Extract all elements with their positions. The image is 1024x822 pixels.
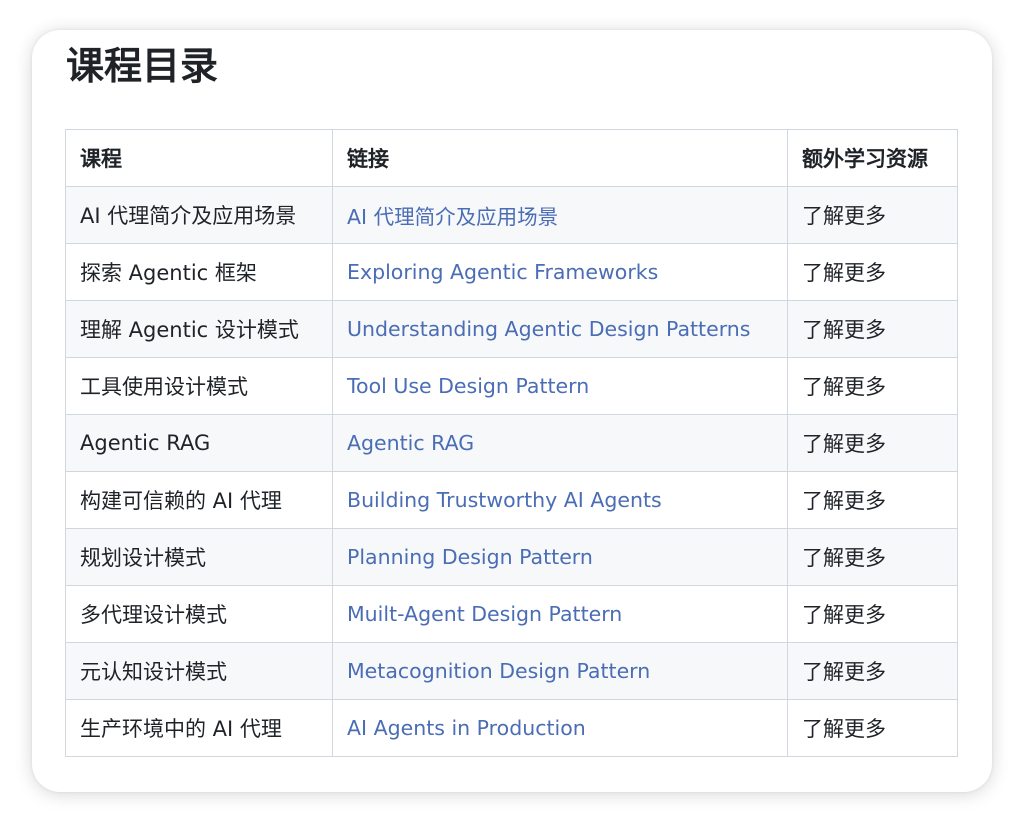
course-name: 工具使用设计模式 <box>65 357 333 415</box>
course-link[interactable]: AI Agents in Production <box>347 716 586 740</box>
header-extra-resources: 额外学习资源 <box>787 129 958 187</box>
learn-more-link[interactable]: 了解更多 <box>802 660 886 684</box>
table-row: AI 代理简介及应用场景 AI 代理简介及应用场景 了解更多 <box>65 186 958 244</box>
course-name: Agentic RAG <box>65 414 333 472</box>
table-header-row: 课程 链接 额外学习资源 <box>65 129 958 187</box>
table-row: 构建可信赖的 AI 代理 Building Trustworthy AI Age… <box>65 471 958 529</box>
learn-more-link[interactable]: 了解更多 <box>802 603 886 627</box>
learn-more-link[interactable]: 了解更多 <box>802 489 886 513</box>
course-link[interactable]: Tool Use Design Pattern <box>347 374 589 398</box>
course-link[interactable]: Planning Design Pattern <box>347 545 593 569</box>
learn-more-link[interactable]: 了解更多 <box>802 717 886 741</box>
table-row: 探索 Agentic 框架 Exploring Agentic Framewor… <box>65 243 958 301</box>
page-title: 课程目录 <box>66 44 219 88</box>
table-row: Agentic RAG Agentic RAG 了解更多 <box>65 414 958 472</box>
course-link[interactable]: Muilt-Agent Design Pattern <box>347 602 622 626</box>
learn-more-link[interactable]: 了解更多 <box>802 318 886 342</box>
table-row: 元认知设计模式 Metacognition Design Pattern 了解更… <box>65 642 958 700</box>
course-link[interactable]: Agentic RAG <box>347 431 474 455</box>
course-table: 课程 链接 额外学习资源 AI 代理简介及应用场景 AI 代理简介及应用场景 了… <box>65 129 958 757</box>
course-name: 生产环境中的 AI 代理 <box>65 699 333 757</box>
learn-more-link[interactable]: 了解更多 <box>802 432 886 456</box>
table-row: 多代理设计模式 Muilt-Agent Design Pattern 了解更多 <box>65 585 958 643</box>
learn-more-link[interactable]: 了解更多 <box>802 261 886 285</box>
course-name: AI 代理简介及应用场景 <box>65 186 333 244</box>
table-row: 规划设计模式 Planning Design Pattern 了解更多 <box>65 528 958 586</box>
learn-more-link[interactable]: 了解更多 <box>802 546 886 570</box>
course-link[interactable]: AI 代理简介及应用场景 <box>347 205 558 229</box>
course-name: 多代理设计模式 <box>65 585 333 643</box>
header-link: 链接 <box>332 129 788 187</box>
table-row: 工具使用设计模式 Tool Use Design Pattern 了解更多 <box>65 357 958 415</box>
course-link[interactable]: Understanding Agentic Design Patterns <box>347 317 750 341</box>
course-name: 元认知设计模式 <box>65 642 333 700</box>
course-name: 构建可信赖的 AI 代理 <box>65 471 333 529</box>
learn-more-link[interactable]: 了解更多 <box>802 204 886 228</box>
learn-more-link[interactable]: 了解更多 <box>802 375 886 399</box>
course-name: 理解 Agentic 设计模式 <box>65 300 333 358</box>
course-link[interactable]: Exploring Agentic Frameworks <box>347 260 658 284</box>
header-course: 课程 <box>65 129 333 187</box>
table-row: 生产环境中的 AI 代理 AI Agents in Production 了解更… <box>65 699 958 757</box>
course-name: 探索 Agentic 框架 <box>65 243 333 301</box>
course-link[interactable]: Metacognition Design Pattern <box>347 659 650 683</box>
table-row: 理解 Agentic 设计模式 Understanding Agentic De… <box>65 300 958 358</box>
course-link[interactable]: Building Trustworthy AI Agents <box>347 488 662 512</box>
course-name: 规划设计模式 <box>65 528 333 586</box>
